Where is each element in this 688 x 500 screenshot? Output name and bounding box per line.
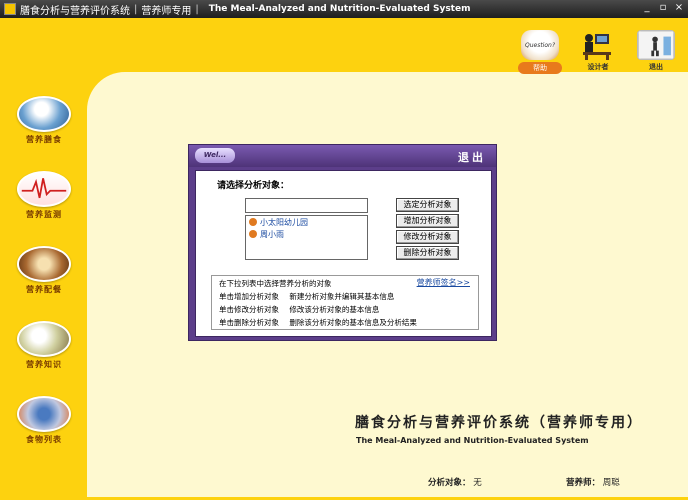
help-line: 单击删除分析对象 删除该分析对象的基本信息及分析结果 xyxy=(219,317,417,328)
person-icon xyxy=(249,218,257,226)
title-bar: 膳食分析与营养评价系统 | 营养师专用 | The Meal-Analyzed … xyxy=(0,0,688,18)
status-object-label: 分析对象： xyxy=(428,478,471,488)
nav-label: 营养知识 xyxy=(26,360,62,369)
designer-icon xyxy=(579,30,617,60)
app-edition: 营养师专用 xyxy=(141,5,192,17)
minimize-button[interactable]: _ xyxy=(642,2,652,13)
help-line: 单击增加分析对象 新建分析对象并编辑其基本信息 xyxy=(219,291,394,302)
question-icon: Question? xyxy=(521,30,559,60)
nav-item-meal[interactable]: 营养配餐 xyxy=(14,246,74,298)
title-separator-2: | xyxy=(195,3,199,15)
heartbeat-icon xyxy=(17,171,71,207)
select-object-button[interactable]: 选定分析对象 xyxy=(396,198,459,212)
nav-item-diet[interactable]: 营养膳食 xyxy=(14,96,74,148)
edit-object-button[interactable]: 修改分析对象 xyxy=(396,230,459,244)
help-line: 在下拉列表中选择营养分析的对象 xyxy=(219,278,332,289)
help-action: 单击增加分析对象 xyxy=(219,292,279,301)
help-line: 单击修改分析对象 修改该分析对象的基本信息 xyxy=(219,304,379,315)
nutritionist-sign-link[interactable]: 营养师签名>> xyxy=(417,277,470,288)
designer-button[interactable]: 设计者 xyxy=(578,30,618,74)
select-object-dialog: Wel... 退出 请选择分析对象： 小太阳幼儿园 周小雨 选定分析对象 增加分… xyxy=(188,144,497,341)
system-english-title: The Meal-Analyzed and Nutrition-Evaluate… xyxy=(356,436,589,445)
nav-label: 营养监测 xyxy=(26,210,62,219)
list-item[interactable]: 小太阳幼儿园 xyxy=(246,216,367,228)
help-label: 帮助 xyxy=(518,62,562,74)
exit-icon xyxy=(637,30,675,60)
list-item-label: 小太阳幼儿园 xyxy=(260,217,308,227)
nav-label: 营养配餐 xyxy=(26,285,62,294)
status-object-value: 无 xyxy=(473,478,482,488)
nav-item-monitor[interactable]: 营养监测 xyxy=(14,171,74,223)
app-english-title: The Meal-Analyzed and Nutrition-Evaluate… xyxy=(208,4,471,14)
list-item[interactable]: 周小雨 xyxy=(246,228,367,240)
exit-label: 退出 xyxy=(649,63,663,71)
delete-object-button[interactable]: 删除分析对象 xyxy=(396,246,459,260)
help-desc: 新建分析对象并编辑其基本信息 xyxy=(289,292,395,301)
object-list[interactable]: 小太阳幼儿园 周小雨 xyxy=(245,215,368,260)
food-list-icon xyxy=(17,396,71,432)
nav-label: 食物列表 xyxy=(26,435,62,444)
nav-label: 营养膳食 xyxy=(26,135,62,144)
title-separator: | xyxy=(134,3,138,15)
status-nutritionist: 营养师： 周聪 xyxy=(566,476,620,488)
status-nutritionist-value: 周聪 xyxy=(602,478,620,488)
nav-item-foods[interactable]: 食物列表 xyxy=(14,396,74,448)
dialog-logo: Wel... xyxy=(195,148,235,163)
select-prompt: 请选择分析对象： xyxy=(217,181,290,191)
help-box: 营养师签名>> 在下拉列表中选择营养分析的对象 单击增加分析对象 新建分析对象并… xyxy=(211,275,479,330)
help-action: 单击删除分析对象 xyxy=(219,318,279,327)
help-action: 在下拉列表中选择营养分析的对象 xyxy=(219,279,332,288)
help-action: 单击修改分析对象 xyxy=(219,305,279,314)
dialog-body: 请选择分析对象： 小太阳幼儿园 周小雨 选定分析对象 增加分析对象 修改分析对象… xyxy=(195,170,492,337)
help-desc: 删除该分析对象的基本信息及分析结果 xyxy=(289,318,417,327)
status-nutritionist-label: 营养师： xyxy=(566,478,601,488)
book-icon xyxy=(17,321,71,357)
restore-button[interactable]: ▫ xyxy=(658,2,668,13)
add-object-button[interactable]: 增加分析对象 xyxy=(396,214,459,228)
person-icon xyxy=(249,230,257,238)
chef-icon xyxy=(17,96,71,132)
food-plate-icon xyxy=(17,246,71,282)
designer-label: 设计者 xyxy=(587,63,609,71)
app-title: 膳食分析与营养评价系统 xyxy=(20,5,130,17)
exit-app-button[interactable]: 退出 xyxy=(636,30,676,74)
dialog-exit-button[interactable]: 退出 xyxy=(458,149,486,165)
status-object: 分析对象： 无 xyxy=(428,476,482,488)
list-item-label: 周小雨 xyxy=(260,229,284,239)
object-combo-input[interactable] xyxy=(245,198,368,213)
help-button[interactable]: Question? 帮助 xyxy=(518,30,562,74)
window-controls: _ ▫ × xyxy=(642,2,684,13)
top-toolbar: Question? 帮助 设计者 退出 xyxy=(518,30,676,74)
app-icon xyxy=(4,3,16,15)
close-button[interactable]: × xyxy=(674,2,684,13)
dialog-header: Wel... 退出 xyxy=(189,145,496,167)
nav-item-knowledge[interactable]: 营养知识 xyxy=(14,321,74,373)
system-title: 膳食分析与营养评价系统（营养师专用） xyxy=(355,415,643,431)
help-desc: 修改该分析对象的基本信息 xyxy=(289,305,380,314)
